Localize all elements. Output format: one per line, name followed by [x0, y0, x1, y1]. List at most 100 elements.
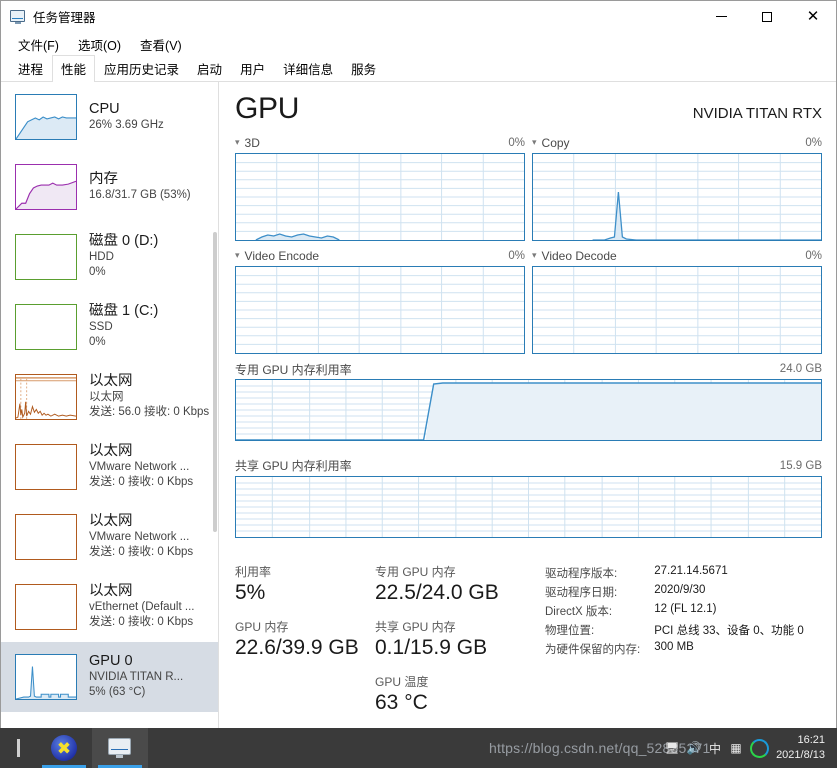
menu-view[interactable]: 查看(V)	[132, 33, 190, 56]
sidebar-item-ethernet-1[interactable]: 以太网 VMware Network ... 发送: 0 接收: 0 Kbps	[1, 432, 218, 502]
dedicated-memory-label: 专用 GPU 内存	[375, 565, 456, 579]
minimize-button[interactable]	[698, 1, 744, 32]
sidebar-scrollbar[interactable]	[212, 82, 218, 728]
menu-bar: 文件(F) 选项(O) 查看(V)	[1, 32, 836, 56]
sidebar-item-disk0[interactable]: 磁盘 0 (D:) HDD 0%	[1, 222, 218, 292]
content-area: CPU 26% 3.69 GHz 内存 16.8/31.7 GB (53%) 磁…	[1, 82, 836, 728]
graph-label-video-encode: ▾ Video Encode 0%	[235, 248, 525, 264]
minimize-icon	[715, 16, 727, 17]
disk1-thumbnail-graph	[15, 304, 77, 350]
graph-video-encode	[235, 266, 525, 354]
page-title: GPU	[235, 92, 300, 125]
ethernet0-thumbnail-graph	[15, 374, 77, 420]
graph-block-copy: ▾ Copy 0%	[532, 135, 822, 241]
graph-label-dedicated-memory: 专用 GPU 内存利用率 24.0 GB	[235, 361, 822, 377]
tab-details[interactable]: 详细信息	[274, 55, 342, 82]
ime-icon[interactable]: 中	[705, 740, 725, 757]
gpu-memory-value: 22.6/39.9 GB	[235, 636, 359, 659]
tab-strip: 进程 性能 应用历史记录 启动 用户 详细信息 服务	[1, 55, 836, 82]
volume-icon[interactable]: 🔊	[683, 728, 705, 768]
graph-row-video: ▾ Video Encode 0% ▾ Video Decode 0%	[235, 248, 822, 361]
start-button[interactable]	[0, 728, 36, 768]
info-value-physical-location: PCI 总线 33、设备 0、功能 0	[654, 625, 804, 637]
sidebar-item-label: 以太网	[89, 583, 133, 600]
clock[interactable]: 16:21 2021/8/13	[772, 733, 833, 763]
sidebar-item-sub2: 0%	[89, 336, 106, 349]
taskbar-app-launcher[interactable]: ✖	[36, 728, 92, 768]
sidebar-scrollbar-thumb[interactable]	[213, 232, 217, 532]
title-bar: 任务管理器 ✕	[1, 1, 836, 32]
gpu-temperature-value: 63 °C	[375, 691, 428, 714]
info-key-physical-location: 物理位置:	[545, 625, 595, 637]
sidebar-item-memory[interactable]: 内存 16.8/31.7 GB (53%)	[1, 152, 218, 222]
sidebar-item-sub1: 26% 3.69 GHz	[89, 118, 164, 131]
tab-performance[interactable]: 性能	[52, 55, 96, 82]
task-manager-window: 任务管理器 ✕ 文件(F) 选项(O) 查看(V) 进程 性能 应用历史记录 启…	[0, 0, 837, 728]
sidebar-text-memory: 内存 16.8/31.7 GB (53%)	[89, 171, 191, 203]
tab-startup[interactable]: 启动	[188, 55, 231, 82]
task-manager-icon	[10, 9, 26, 25]
resource-sidebar[interactable]: CPU 26% 3.69 GHz 内存 16.8/31.7 GB (53%) 磁…	[1, 82, 219, 728]
sidebar-item-sub1: HDD	[89, 250, 114, 263]
sync-ring-icon[interactable]	[750, 738, 770, 758]
sidebar-text-gpu0: GPU 0 NVIDIA TITAN R... 5% (63 °C)	[89, 653, 183, 701]
sidebar-item-cpu[interactable]: CPU 26% 3.69 GHz	[1, 82, 218, 152]
graph-name: 专用 GPU 内存利用率	[235, 362, 352, 377]
graph-3d	[235, 153, 525, 241]
taskbar-app-task-manager[interactable]	[92, 728, 148, 768]
sidebar-item-label: 以太网	[89, 443, 133, 460]
info-value-hardware-reserved-memory: 300 MB	[654, 641, 694, 653]
sidebar-item-sub1: VMware Network ...	[89, 530, 190, 543]
tab-users[interactable]: 用户	[231, 55, 274, 82]
sidebar-item-label: GPU 0	[89, 653, 133, 670]
sidebar-item-label: 以太网	[89, 513, 133, 530]
maximize-icon	[762, 11, 772, 22]
sidebar-item-sub1: 以太网	[89, 390, 124, 403]
sidebar-text-disk1: 磁盘 1 (C:) SSD 0%	[89, 303, 158, 351]
tab-services[interactable]: 服务	[342, 55, 385, 82]
gpu0-thumbnail-graph	[15, 654, 77, 700]
sidebar-item-sub2: 发送: 0 接收: 0 Kbps	[89, 546, 194, 559]
grid-icon[interactable]: ▦	[725, 728, 747, 768]
info-key-directx-version: DirectX 版本:	[545, 606, 613, 618]
window-title: 任务管理器	[33, 11, 96, 25]
gpu-memory-label: GPU 内存	[235, 620, 289, 634]
sidebar-item-sub1: vEthernet (Default ...	[89, 600, 195, 613]
gpu-info-grid: 驱动程序版本: 27.21.14.5671 驱动程序日期: 2020/9/30 …	[545, 563, 804, 728]
ethernet3-thumbnail-graph	[15, 584, 77, 630]
info-value-directx-version: 12 (FL 12.1)	[654, 603, 717, 615]
gpu-stats: 利用率 5% GPU 内存 22.6/39.9 GB 专用 GPU 内存 22.…	[235, 563, 822, 728]
chevron-down-icon[interactable]: ▾	[532, 251, 537, 261]
graph-block-3d: ▾ 3D 0%	[235, 135, 525, 241]
chevron-down-icon[interactable]: ▾	[235, 251, 240, 261]
graph-label-video-decode: ▾ Video Decode 0%	[532, 248, 822, 264]
tab-processes[interactable]: 进程	[9, 55, 52, 82]
graph-name: 共享 GPU 内存利用率	[235, 459, 352, 473]
sidebar-item-sub1: 16.8/31.7 GB (53%)	[89, 188, 191, 201]
graph-block-video-decode: ▾ Video Decode 0%	[532, 248, 822, 354]
monitor-icon[interactable]: 🖥	[661, 728, 683, 768]
graph-name: Video Encode	[244, 249, 320, 263]
sidebar-text-ethernet-3: 以太网 vEthernet (Default ... 发送: 0 接收: 0 K…	[89, 583, 194, 631]
tab-app-history[interactable]: 应用历史记录	[95, 55, 188, 82]
sidebar-item-ethernet-0[interactable]: 以太网 以太网 发送: 56.0 接收: 0 Kbps	[1, 362, 218, 432]
chevron-down-icon[interactable]: ▾	[532, 138, 537, 148]
info-key-driver-version: 驱动程序版本:	[545, 568, 618, 580]
sidebar-item-ethernet-2[interactable]: 以太网 VMware Network ... 发送: 0 接收: 0 Kbps	[1, 502, 218, 572]
menu-options[interactable]: 选项(O)	[70, 33, 129, 56]
chevron-down-icon[interactable]: ▾	[235, 138, 240, 148]
maximize-button[interactable]	[744, 1, 790, 32]
graph-label-copy: ▾ Copy 0%	[532, 135, 822, 151]
graph-name: Copy	[541, 136, 570, 150]
info-key-hardware-reserved-memory: 为硬件保留的内存:	[545, 644, 641, 656]
disk0-thumbnail-graph	[15, 234, 77, 280]
close-button[interactable]: ✕	[790, 1, 836, 32]
sidebar-item-sub2: 0%	[89, 266, 106, 279]
menu-file[interactable]: 文件(F)	[10, 33, 67, 56]
sidebar-item-ethernet-3[interactable]: 以太网 vEthernet (Default ... 发送: 0 接收: 0 K…	[1, 572, 218, 642]
sidebar-item-label: 磁盘 1 (C:)	[89, 303, 159, 320]
sidebar-item-gpu0[interactable]: GPU 0 NVIDIA TITAN R... 5% (63 °C)	[1, 642, 218, 712]
sidebar-item-disk1[interactable]: 磁盘 1 (C:) SSD 0%	[1, 292, 218, 362]
graph-name: 3D	[244, 136, 260, 150]
graph-block-shared-memory: 共享 GPU 内存利用率 15.9 GB	[235, 458, 822, 548]
